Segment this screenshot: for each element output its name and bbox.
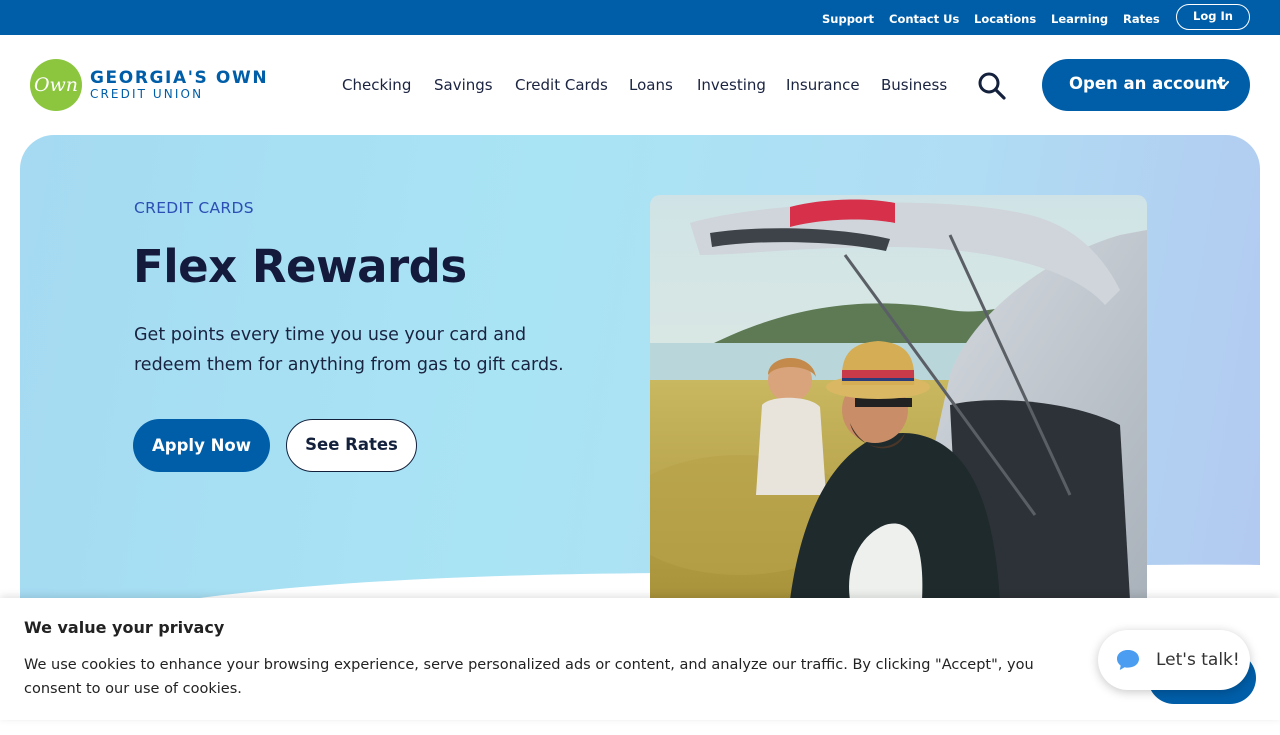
nav-item-loans[interactable]: Loans	[629, 76, 673, 94]
cookie-banner: We value your privacy We use cookies to …	[0, 598, 1280, 720]
nav-item-savings[interactable]: Savings	[434, 76, 493, 94]
nav-item-credit-cards[interactable]: Credit Cards	[515, 76, 608, 94]
open-account-button[interactable]: Open an account	[1042, 59, 1250, 111]
utility-link-contact-us[interactable]: Contact Us	[889, 12, 959, 26]
hero-description: Get points every time you use your card …	[134, 325, 564, 375]
nav-item-checking[interactable]: Checking	[342, 76, 411, 94]
chat-bubble-icon	[1117, 650, 1139, 670]
apply-now-button[interactable]: Apply Now	[133, 419, 270, 472]
utility-link-support[interactable]: Support	[822, 12, 874, 26]
chat-prompt[interactable]: Let's talk!	[1098, 630, 1250, 690]
utility-link-rates[interactable]: Rates	[1123, 12, 1160, 26]
hero-title: Flex Rewards	[133, 240, 467, 293]
search-button[interactable]	[976, 71, 1008, 101]
utility-bar: Support Contact Us Locations Learning Ra…	[0, 0, 1280, 35]
utility-link-learning[interactable]: Learning	[1051, 12, 1108, 26]
nav-item-insurance[interactable]: Insurance	[786, 76, 860, 94]
login-button[interactable]: Log In	[1176, 4, 1250, 30]
utility-link-locations[interactable]: Locations	[974, 12, 1036, 26]
hero-eyebrow: CREDIT CARDS	[134, 199, 254, 217]
search-icon	[978, 72, 1006, 100]
chevron-down-icon	[1216, 80, 1230, 89]
site-header: Own GEORGIA'S OWN CREDIT UNION Checking …	[0, 35, 1280, 135]
open-account-label: Open an account	[1069, 74, 1226, 93]
nav-item-investing[interactable]: Investing	[697, 76, 766, 94]
nav-item-business[interactable]: Business	[881, 76, 947, 94]
see-rates-button[interactable]: See Rates	[286, 419, 417, 472]
cookie-banner-text: We use cookies to enhance your browsing …	[24, 657, 1034, 697]
logo-title: GEORGIA'S OWN	[90, 68, 269, 88]
logo-mark: Own	[30, 59, 82, 111]
hero-photo	[650, 195, 1147, 600]
logo-subtitle: CREDIT UNION	[90, 87, 204, 101]
chat-label: Let's talk!	[1156, 650, 1240, 670]
cookie-banner-title: We value your privacy	[24, 618, 225, 637]
